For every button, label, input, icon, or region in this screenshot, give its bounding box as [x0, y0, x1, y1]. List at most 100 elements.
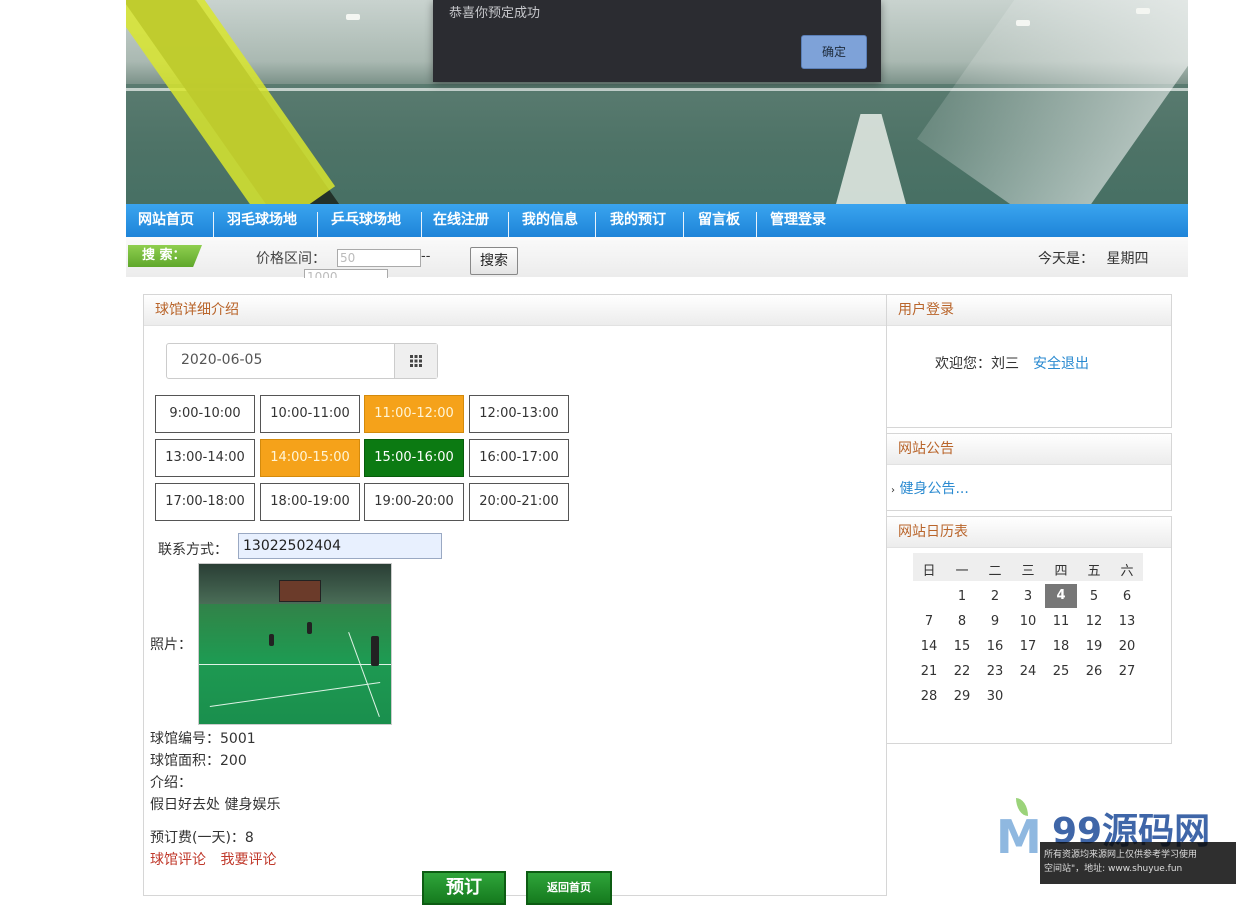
calendar-day[interactable]: 30: [979, 689, 1011, 704]
time-slot[interactable]: 17:00-18:00: [155, 483, 255, 521]
write-review-link[interactable]: 我要评论: [220, 852, 276, 868]
nav-item-register[interactable]: 在线注册: [433, 204, 489, 237]
venue-reviews-link[interactable]: 球馆评论: [150, 852, 206, 868]
calendar-day[interactable]: 6: [1111, 589, 1143, 604]
calendar-weekday: 三: [1021, 564, 1035, 579]
banner-light: [1016, 20, 1030, 26]
book-button[interactable]: 预订: [422, 871, 506, 905]
calendar-day[interactable]: 16: [979, 639, 1011, 654]
calendar-day[interactable]: 25: [1045, 664, 1077, 679]
calendar-button[interactable]: [394, 344, 437, 378]
time-slot[interactable]: 18:00-19:00: [260, 483, 360, 521]
calendar-day[interactable]: 17: [1012, 639, 1044, 654]
calendar-day[interactable]: 1: [946, 589, 978, 604]
calendar-day[interactable]: 26: [1078, 664, 1110, 679]
alert-ok-button[interactable]: 确定: [801, 35, 867, 69]
calendar-day[interactable]: 11: [1045, 614, 1077, 629]
nav-item-admin-login[interactable]: 管理登录: [770, 204, 826, 237]
calendar-day[interactable]: 12: [1078, 614, 1110, 629]
venue-detail-panel: 球馆详细介绍 2020-06-05 9:00-10:00 10:00-11:00…: [143, 294, 887, 905]
search-button[interactable]: 搜索: [470, 247, 518, 275]
time-slot[interactable]: 19:00-20:00: [364, 483, 464, 521]
watermark-line1: 所有资源均来源网上仅供参考学习使用: [1044, 850, 1198, 860]
calendar-day[interactable]: 3: [1012, 589, 1044, 604]
nav-item-my-info[interactable]: 我的信息: [522, 204, 578, 237]
price-max-input[interactable]: 1000: [304, 269, 388, 278]
calendar-day[interactable]: 19: [1078, 639, 1110, 654]
calendar-weekday: 六: [1120, 564, 1134, 579]
booking-fee: 预订费(一天)：8: [150, 830, 254, 846]
time-slot-booked[interactable]: 11:00-12:00: [364, 395, 464, 433]
intro-text: 假日好去处 健身娱乐: [150, 797, 281, 813]
venue-detail-title: 球馆详细介绍: [144, 295, 886, 326]
grid-icon: [410, 355, 422, 367]
calendar-day[interactable]: 13: [1111, 614, 1143, 629]
time-slot[interactable]: 16:00-17:00: [469, 439, 569, 477]
calendar-panel: 网站日历表 日一二三四五六 1 2 3 4 5 6 7 8 9 10 11 12 13 14 15 16 17 1…: [886, 516, 1172, 744]
logo-m-icon: M: [996, 810, 1042, 864]
calendar-day[interactable]: 27: [1111, 664, 1143, 679]
calendar-day[interactable]: 21: [913, 664, 945, 679]
bullet-icon: ›: [891, 485, 895, 496]
nav-item-badminton[interactable]: 羽毛球场地: [227, 204, 297, 237]
contact-field[interactable]: 13022502404: [238, 533, 442, 559]
calendar-weekday: 日: [922, 564, 936, 579]
nav-item-home[interactable]: 网站首页: [138, 204, 194, 237]
calendar-day[interactable]: 24: [1012, 664, 1044, 679]
review-links: 球馆评论 我要评论: [150, 849, 276, 869]
calendar-weekday: 二: [988, 564, 1002, 579]
calendar-day[interactable]: 10: [1012, 614, 1044, 629]
nav-separator: [213, 212, 214, 240]
calendar-day[interactable]: 29: [946, 689, 978, 704]
venue-area: 球馆面积：200: [150, 753, 247, 769]
time-slot[interactable]: 20:00-21:00: [469, 483, 569, 521]
main-nav: 网站首页 羽毛球场地 乒乓球场地 在线注册 我的信息 我的预订 留言板 管理登录: [126, 204, 1188, 240]
welcome-text: 欢迎您：刘三: [935, 356, 1019, 372]
calendar-day[interactable]: 15: [946, 639, 978, 654]
calendar-weekday-header: 日一二三四五六: [913, 553, 1143, 581]
nav-item-pingpong[interactable]: 乒乓球场地: [331, 204, 401, 237]
venue-photo: [198, 563, 392, 725]
photo-scoreboard: [279, 580, 321, 602]
calendar-day[interactable]: 18: [1045, 639, 1077, 654]
calendar-day[interactable]: 8: [946, 614, 978, 629]
welcome-message: 欢迎您：刘三 安全退出: [935, 353, 1089, 373]
watermark: M 99源码网 所有资源均来源网上仅供参考学习使用 空间站"，地址: www.s…: [996, 798, 1236, 888]
calendar-day[interactable]: 28: [913, 689, 945, 704]
calendar-day[interactable]: 14: [913, 639, 945, 654]
photo-player: [307, 622, 312, 634]
date-picker[interactable]: 2020-06-05: [166, 343, 438, 379]
time-slot-selected[interactable]: 15:00-16:00: [364, 439, 464, 477]
price-min-input[interactable]: 50: [337, 249, 421, 267]
calendar-weekday: 四: [1054, 564, 1068, 579]
calendar-day[interactable]: 22: [946, 664, 978, 679]
time-slot[interactable]: 9:00-10:00: [155, 395, 255, 433]
contact-label: 联系方式：: [158, 542, 228, 558]
nav-separator: [317, 212, 318, 240]
watermark-line2: 空间站"，地址: www.shuyue.fun: [1044, 864, 1183, 874]
logout-link[interactable]: 安全退出: [1033, 356, 1089, 372]
time-slot[interactable]: 12:00-13:00: [469, 395, 569, 433]
time-slot-booked[interactable]: 14:00-15:00: [260, 439, 360, 477]
notice-item[interactable]: › 健身公告...: [891, 478, 969, 498]
calendar-day[interactable]: 5: [1078, 589, 1110, 604]
calendar-day[interactable]: 20: [1111, 639, 1143, 654]
calendar-widget: 日一二三四五六 1 2 3 4 5 6 7 8 9 10 11 12 13 14 15 16 17 18 19 20 2…: [913, 553, 1143, 704]
time-slot[interactable]: 10:00-11:00: [260, 395, 360, 433]
time-slot[interactable]: 13:00-14:00: [155, 439, 255, 477]
calendar-day[interactable]: 7: [913, 614, 945, 629]
nav-item-guestbook[interactable]: 留言板: [698, 204, 740, 237]
search-tag: 搜 索：: [128, 245, 202, 267]
back-home-button[interactable]: 返回首页: [526, 871, 612, 905]
nav-item-my-bookings[interactable]: 我的预订: [610, 204, 666, 237]
user-login-title: 用户登录: [887, 295, 1171, 326]
today-label: 今天是：: [1038, 251, 1094, 267]
venue-number: 球馆编号：5001: [150, 731, 256, 747]
notice-title: 网站公告: [887, 434, 1171, 465]
user-login-panel: 用户登录 欢迎您：刘三 安全退出: [886, 294, 1172, 428]
calendar-day[interactable]: 9: [979, 614, 1011, 629]
calendar-day[interactable]: 2: [979, 589, 1011, 604]
calendar-day-today[interactable]: 4: [1045, 584, 1077, 608]
calendar-day[interactable]: 23: [979, 664, 1011, 679]
nav-separator: [756, 212, 757, 240]
